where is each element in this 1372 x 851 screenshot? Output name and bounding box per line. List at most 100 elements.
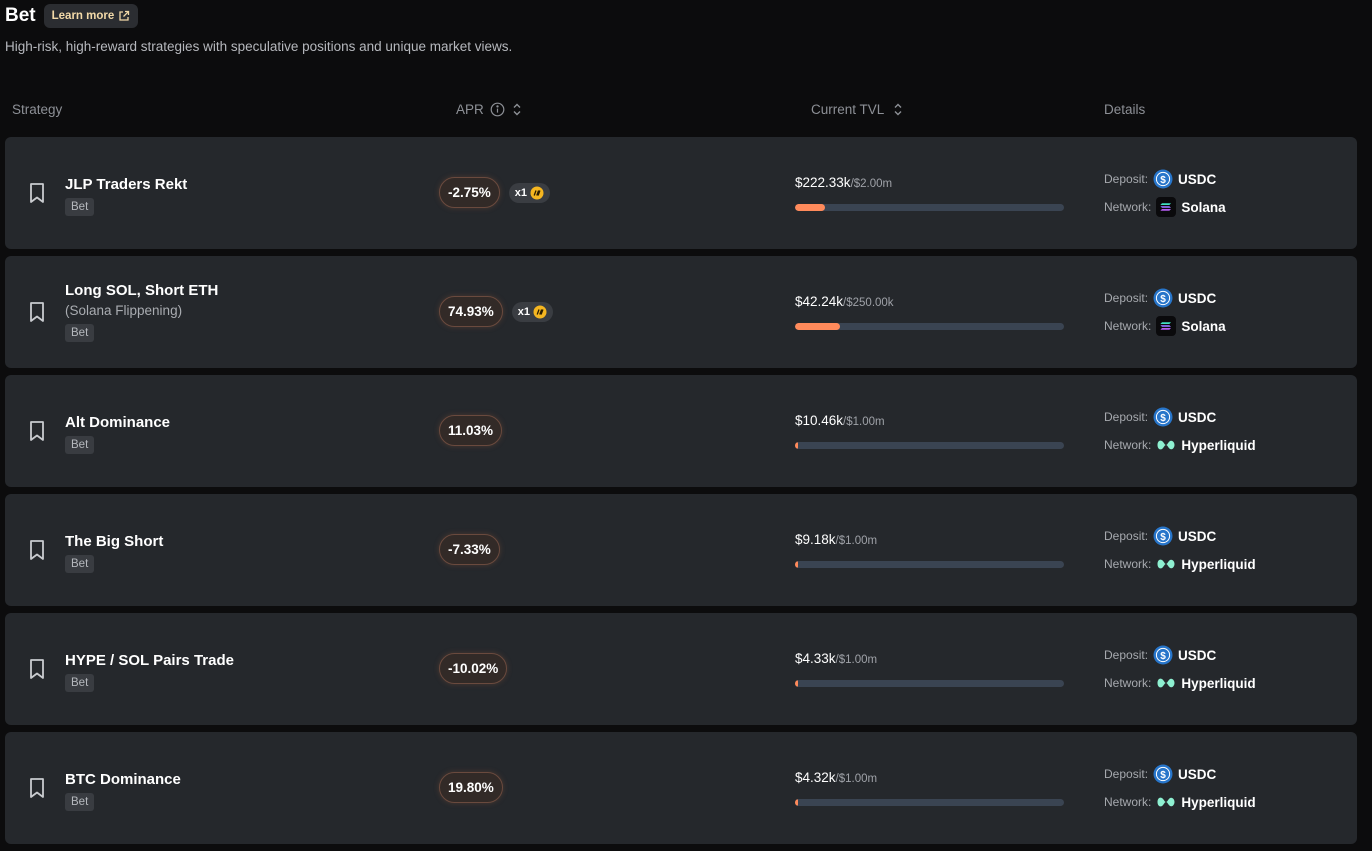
- svg-text:$: $: [1160, 294, 1166, 305]
- col-tvl[interactable]: Current TVL: [811, 102, 904, 117]
- hyperliquid-icon: [1157, 559, 1175, 569]
- details-cell: Deposit: $ USDC Network: Solana: [1104, 169, 1226, 225]
- learn-more-button[interactable]: Learn more: [43, 4, 139, 28]
- hyperliquid-icon: [1157, 678, 1175, 688]
- tvl-cell: $4.32k/$1.00m: [795, 770, 1065, 806]
- apr-badge: -7.33%: [439, 534, 500, 565]
- svg-text:$: $: [1160, 532, 1166, 543]
- boost-multiplier: x1: [514, 186, 528, 199]
- strategy-row[interactable]: HYPE / SOL Pairs Trade Bet -10.02% $4.33k/$…: [5, 613, 1357, 725]
- strategy-name: The Big Short: [65, 533, 164, 550]
- boost-multiplier: x1: [517, 305, 531, 318]
- svg-text:$: $: [1160, 175, 1166, 186]
- tvl-progress-fill: [795, 799, 798, 806]
- tvl-value: $10.46k: [795, 413, 844, 428]
- sort-icon[interactable]: [892, 102, 904, 117]
- tvl-cap: /$250.00k: [843, 297, 894, 309]
- usdc-icon: $: [1153, 407, 1173, 427]
- col-apr-label: APR: [456, 102, 484, 117]
- tvl-progress-fill: [795, 561, 798, 568]
- network-label: Network:: [1104, 795, 1152, 809]
- deposit-label: Deposit:: [1104, 767, 1149, 781]
- network-name: Hyperliquid: [1181, 556, 1256, 572]
- bookmark-icon[interactable]: [27, 539, 47, 561]
- bookmark-icon[interactable]: [27, 182, 47, 204]
- deposit-row: Deposit: $ USDC: [1104, 764, 1256, 784]
- apr-cell: 74.93% x1: [439, 296, 554, 327]
- network-label: Network:: [1104, 676, 1152, 690]
- strategy-row[interactable]: JLP Traders Rekt Bet -2.75% x1 $222.33k/$2.0…: [5, 137, 1357, 249]
- bookmark-icon[interactable]: [27, 777, 47, 799]
- tvl-progress-bar: [795, 442, 1064, 449]
- deposit-label: Deposit:: [1104, 291, 1149, 305]
- boost-coin-icon: [533, 305, 547, 318]
- deposit-label: Deposit:: [1104, 410, 1149, 424]
- deposit-token: USDC: [1178, 766, 1217, 782]
- network-label: Network:: [1104, 319, 1152, 333]
- strategy-list: JLP Traders Rekt Bet -2.75% x1 $222.33k/$2.0…: [5, 137, 1357, 851]
- tvl-cell: $9.18k/$1.00m: [795, 532, 1065, 568]
- deposit-token: USDC: [1178, 647, 1217, 663]
- hyperliquid-icon: [1157, 797, 1175, 807]
- details-cell: Deposit: $ USDC Network: Solana: [1104, 288, 1226, 344]
- network-row: Network: Hyperliquid: [1104, 435, 1256, 455]
- boost-badge[interactable]: x1: [511, 301, 554, 322]
- strategy-info: Long SOL, Short ETH (Solana Flippening) Be…: [65, 281, 218, 342]
- strategy-info: JLP Traders Rekt Bet: [65, 175, 187, 216]
- network-name: Hyperliquid: [1181, 794, 1256, 810]
- network-row: Network: Hyperliquid: [1104, 554, 1256, 574]
- svg-text:$: $: [1160, 413, 1166, 424]
- page-subtitle: High-risk, high-reward strategies with s…: [5, 39, 513, 54]
- tvl-progress-bar: [795, 323, 1064, 330]
- page-title: Bet: [5, 5, 36, 26]
- strategy-row[interactable]: Long SOL, Short ETH (Solana Flippening) Be…: [5, 256, 1357, 368]
- col-strategy-label: Strategy: [12, 102, 63, 117]
- strategy-name: HYPE / SOL Pairs Trade: [65, 652, 234, 669]
- tvl-progress-bar: [795, 680, 1064, 687]
- bookmark-icon[interactable]: [27, 420, 47, 442]
- apr-cell: -10.02%: [439, 653, 508, 684]
- bookmark-icon[interactable]: [27, 301, 47, 323]
- strategy-info: Alt Dominance Bet: [65, 413, 170, 454]
- strategy-subtitle: (Solana Flippening): [65, 303, 183, 318]
- tvl-progress-bar: [795, 204, 1064, 211]
- tvl-cap: /$1.00m: [835, 773, 878, 785]
- details-cell: Deposit: $ USDC Network: Hyperliquid: [1104, 407, 1256, 463]
- network-row: Network: Hyperliquid: [1104, 792, 1256, 812]
- col-details: Details: [1104, 102, 1145, 117]
- network-name: Hyperliquid: [1181, 437, 1256, 453]
- page-header: Bet Learn more: [5, 4, 139, 28]
- strategy-row[interactable]: BTC Dominance Bet 19.80% $4.32k/$1.00m Depos…: [5, 732, 1357, 844]
- usdc-icon: $: [1153, 526, 1173, 546]
- tvl-cap: /$2.00m: [850, 178, 893, 190]
- strategy-info: BTC Dominance Bet: [65, 770, 181, 811]
- bookmark-icon[interactable]: [27, 658, 47, 680]
- col-details-label: Details: [1104, 102, 1146, 117]
- deposit-row: Deposit: $ USDC: [1104, 645, 1256, 665]
- tvl-progress-fill: [795, 680, 798, 687]
- boost-badge[interactable]: x1: [508, 182, 551, 203]
- apr-badge: 74.93%: [439, 296, 503, 327]
- tvl-cell: $42.24k/$250.00k: [795, 294, 1065, 330]
- category-tag: Bet: [65, 555, 95, 573]
- sort-icon[interactable]: [511, 102, 523, 117]
- info-icon[interactable]: [490, 102, 505, 117]
- tvl-progress-bar: [795, 561, 1064, 568]
- svg-text:$: $: [1160, 770, 1166, 781]
- strategy-row[interactable]: The Big Short Bet -7.33% $9.18k/$1.00m Depos…: [5, 494, 1357, 606]
- tvl-cap: /$1.00m: [843, 416, 885, 428]
- col-apr[interactable]: APR: [456, 102, 523, 117]
- strategy-row[interactable]: Alt Dominance Bet 11.03% $10.46k/$1.00m Depo…: [5, 375, 1357, 487]
- category-tag: Bet: [65, 436, 95, 454]
- external-link-icon: [119, 10, 130, 21]
- col-tvl-label: Current TVL: [811, 102, 885, 117]
- deposit-token: USDC: [1178, 409, 1217, 425]
- category-tag: Bet: [65, 324, 95, 342]
- strategy-name: Long SOL, Short ETH: [65, 282, 219, 299]
- category-tag: Bet: [65, 793, 95, 811]
- usdc-icon: $: [1153, 645, 1173, 665]
- usdc-icon: $: [1153, 169, 1173, 189]
- tvl-progress-fill: [795, 442, 798, 449]
- apr-cell: 11.03%: [439, 415, 503, 446]
- tvl-cell: $10.46k/$1.00m: [795, 413, 1065, 449]
